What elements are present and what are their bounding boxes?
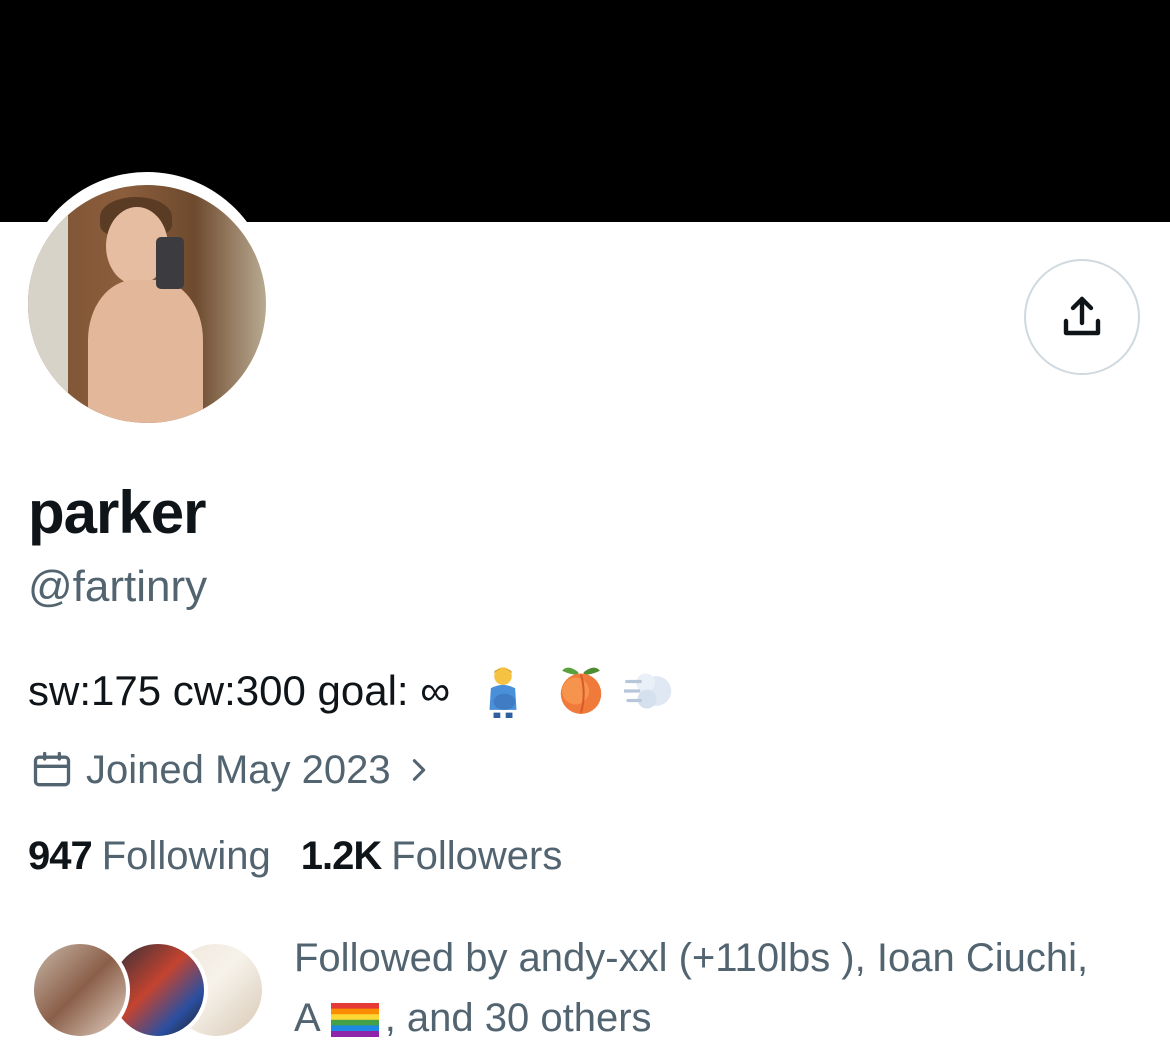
avatar-photo-phone [156, 237, 184, 289]
share-icon [1063, 296, 1101, 336]
mutual-follower-avatar[interactable] [30, 940, 130, 1040]
followers-count: 1.2K [300, 834, 382, 878]
profile-bio: sw:175 cw:300 goal: ∞ [28, 664, 678, 718]
avatar-photo-body [88, 280, 203, 423]
followed-by-line2: A , and 30 others [294, 988, 1154, 1048]
dash-emoji [624, 673, 672, 709]
followers-label: Followers [391, 834, 563, 878]
chevron-right-icon [412, 759, 425, 781]
profile-avatar[interactable] [28, 185, 266, 423]
share-button[interactable] [1024, 259, 1140, 375]
following-label: Following [101, 834, 271, 878]
joined-date-row[interactable]: Joined May 2023 [30, 744, 433, 796]
avatar-photo-background [28, 185, 68, 423]
followed-by-others: , and 30 others [384, 996, 652, 1040]
peach-emoji [560, 667, 602, 714]
followed-by-text[interactable]: Followed by andy-xxl (+110lbs ), Ioan Ci… [294, 928, 1154, 1048]
pregnant-man-emoji [489, 667, 517, 718]
following-link[interactable]: 947 Following [28, 834, 271, 879]
calendar-icon [33, 751, 71, 787]
joined-date: Joined May 2023 [86, 747, 391, 792]
followers-link[interactable]: 1.2K Followers [301, 834, 563, 879]
user-handle: @fartinry [28, 562, 208, 611]
followed-by-line1: Followed by andy-xxl (+110lbs ), Ioan Ci… [294, 936, 1089, 980]
display-name: parker [28, 479, 206, 546]
followed-by-name-a: A [294, 996, 321, 1040]
following-count: 947 [28, 834, 93, 878]
rainbow-flag-icon [330, 1003, 379, 1038]
bio-text: sw:175 cw:300 goal: ∞ [28, 667, 451, 714]
follow-stats: 947 Following 1.2K Followers [28, 834, 592, 879]
